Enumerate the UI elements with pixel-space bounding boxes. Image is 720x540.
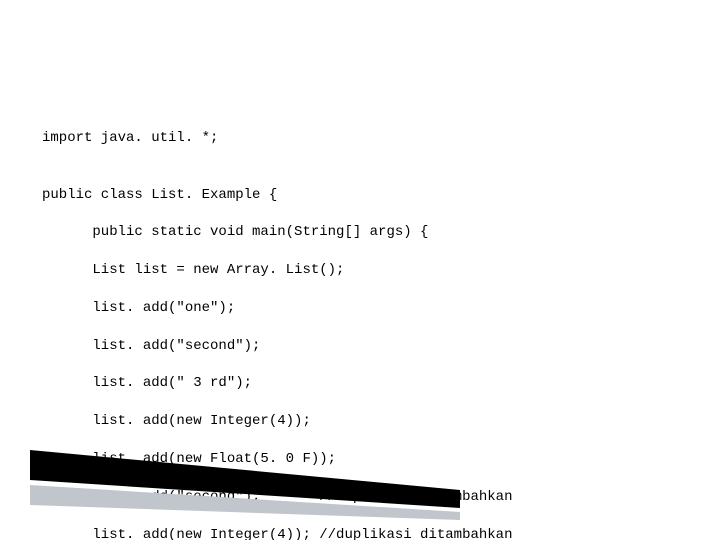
code-line-9: list. add(new Integer(4)); [42,412,512,431]
code-line-12: list. add(new Integer(4)); //duplikasi d… [42,526,512,540]
code-block: import java. util. *; public class List.… [42,110,512,540]
code-line-6: list. add("one"); [42,299,512,318]
code-line-8: list. add(" 3 rd"); [42,374,512,393]
code-line-4: public static void main(String[] args) { [42,223,512,242]
code-line-1: import java. util. *; [42,129,512,148]
code-line-3: public class List. Example { [42,186,512,205]
code-line-5: List list = new Array. List(); [42,261,512,280]
code-line-11: list. add("second"); //duplikasi ditamba… [42,488,512,507]
code-line-10: list. add(new Float(5. 0 F)); [42,450,512,469]
code-line-7: list. add("second"); [42,337,512,356]
